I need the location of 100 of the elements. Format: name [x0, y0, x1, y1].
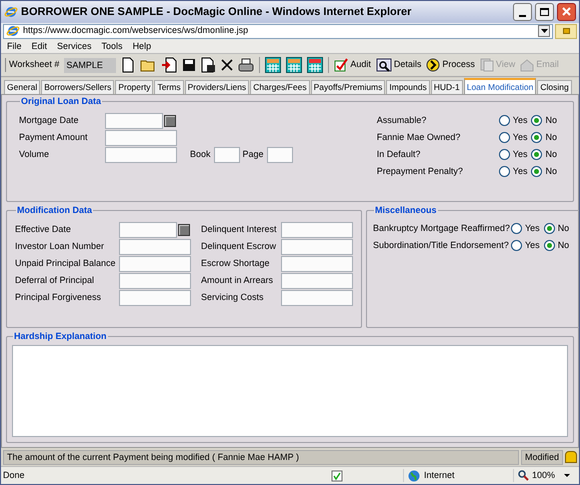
minimize-button[interactable]: [513, 2, 532, 21]
input-field[interactable]: [119, 290, 191, 306]
input-field[interactable]: [266, 146, 293, 163]
input-field[interactable]: [281, 290, 353, 306]
tab[interactable]: Terms: [154, 80, 184, 94]
radio-option[interactable]: Yes: [511, 222, 540, 236]
field-label: Investor Loan Number: [15, 240, 106, 254]
radio-option[interactable]: No: [544, 239, 570, 253]
tab[interactable]: Charges/Fees: [250, 80, 310, 94]
worksheet-label: Worksheet #: [5, 58, 60, 72]
address-field[interactable]: https://www.docmagic.com/webservices/ws/dmonline.jsp: [3, 24, 553, 39]
tab[interactable]: Property: [115, 80, 154, 94]
zoom-text: 100%: [532, 468, 556, 482]
radio-label: Yes: [525, 239, 540, 252]
tab[interactable]: Payoffs/Premiums: [310, 80, 386, 94]
close-button[interactable]: [557, 2, 576, 21]
menu-item[interactable]: Edit: [32, 40, 48, 54]
save-icon[interactable]: [182, 58, 196, 72]
form-grid-icon[interactable]: [265, 57, 282, 74]
menu-item[interactable]: Help: [132, 40, 152, 54]
radio-option[interactable]: Yes: [498, 131, 528, 145]
menu-item[interactable]: Services: [57, 40, 92, 54]
maximize-button[interactable]: [535, 2, 554, 21]
menu-item[interactable]: File: [7, 40, 22, 54]
toolbar-button[interactable]: Audit: [334, 58, 371, 72]
field-label: Page: [242, 148, 264, 162]
radio-label: Yes: [512, 131, 528, 144]
input-field[interactable]: [281, 256, 353, 272]
calendar-button[interactable]: [164, 114, 176, 127]
dropdown-button[interactable]: [538, 25, 550, 38]
question-label: In Default?: [376, 148, 422, 162]
folder-icon[interactable]: [140, 58, 156, 72]
form-grid-icon[interactable]: [307, 57, 324, 74]
group-title: Miscellaneous: [374, 204, 438, 217]
toolbar-button[interactable]: Details: [376, 58, 422, 72]
field-label: Amount in Arrears: [201, 274, 274, 288]
status-state: Modified: [520, 450, 563, 465]
input-field[interactable]: [281, 272, 353, 289]
group-title: Modification Data: [16, 204, 94, 217]
radio-label: Yes: [525, 222, 540, 236]
field-label: Delinquent Escrow: [201, 240, 278, 254]
input-field[interactable]: [105, 130, 177, 146]
form-grid-icon[interactable]: [286, 57, 302, 74]
radio-option[interactable]: No: [531, 131, 557, 145]
radio-option[interactable]: Yes: [498, 114, 528, 128]
toolbar-button[interactable]: Process: [426, 57, 475, 74]
input-field[interactable]: [281, 238, 353, 255]
input-field[interactable]: [119, 256, 191, 272]
field-label: Effective Date: [15, 223, 72, 236]
calendar-button[interactable]: [178, 224, 190, 236]
caret-icon: [564, 474, 570, 478]
menu-item[interactable]: Tools: [102, 40, 123, 54]
delete-icon[interactable]: [221, 59, 234, 72]
field-label: Book: [190, 148, 211, 162]
zone-text: Internet: [424, 468, 455, 482]
field-label: Volume: [19, 148, 50, 162]
radio-option[interactable]: No: [544, 222, 570, 236]
radio-label: No: [545, 165, 557, 178]
input-field[interactable]: [119, 272, 191, 289]
date-field[interactable]: [105, 112, 163, 129]
tab[interactable]: Providers/Liens: [184, 80, 250, 94]
input-field[interactable]: [214, 146, 240, 163]
radio-option[interactable]: No: [531, 114, 557, 128]
checkmark-box-icon: [334, 58, 348, 72]
group-title: Hardship Explanation: [13, 330, 108, 343]
zoom-control[interactable]: 100%: [513, 468, 577, 482]
new-document-icon[interactable]: [121, 57, 136, 74]
radio-label: Yes: [512, 148, 528, 162]
tab[interactable]: Loan Modification: [464, 78, 536, 94]
radio-option[interactable]: Yes: [498, 165, 528, 179]
radio-label: No: [545, 131, 557, 144]
input-field[interactable]: [281, 222, 353, 238]
print-icon[interactable]: [238, 58, 254, 73]
input-field[interactable]: [105, 146, 177, 163]
field-label: Servicing Costs: [201, 291, 265, 304]
tab[interactable]: General: [4, 80, 40, 94]
worksheet-field[interactable]: SAMPLE: [64, 58, 116, 73]
globe-e-icon: [4, 4, 18, 19]
import-icon[interactable]: [161, 57, 178, 74]
tab[interactable]: Borrowers/Sellers: [41, 80, 114, 94]
tab[interactable]: Impounds: [386, 80, 430, 94]
question-label: Prepayment Penalty?: [376, 165, 464, 178]
caret-icon: [540, 29, 548, 34]
radio-option[interactable]: No: [531, 165, 557, 179]
tab[interactable]: HUD-1: [430, 80, 463, 94]
tab[interactable]: Closing: [537, 80, 572, 94]
question-label: Subordination/Title Endorsement?: [373, 239, 510, 252]
radio-label: No: [545, 114, 557, 128]
question-label: Fannie Mae Owned?: [376, 131, 462, 144]
close-icon: [562, 7, 571, 16]
field-label: Payment Amount: [19, 131, 89, 144]
radio-option[interactable]: Yes: [511, 239, 540, 253]
date-field[interactable]: [119, 222, 177, 238]
input-field[interactable]: [119, 238, 191, 255]
question-label: Bankruptcy Mortgage Reaffirmed?: [373, 222, 511, 236]
globe-e-icon: [6, 24, 20, 38]
radio-option[interactable]: Yes: [498, 148, 528, 162]
group-title: Original Loan Data: [20, 94, 102, 108]
radio-option[interactable]: No: [531, 148, 557, 162]
radio-label: Yes: [512, 114, 528, 128]
